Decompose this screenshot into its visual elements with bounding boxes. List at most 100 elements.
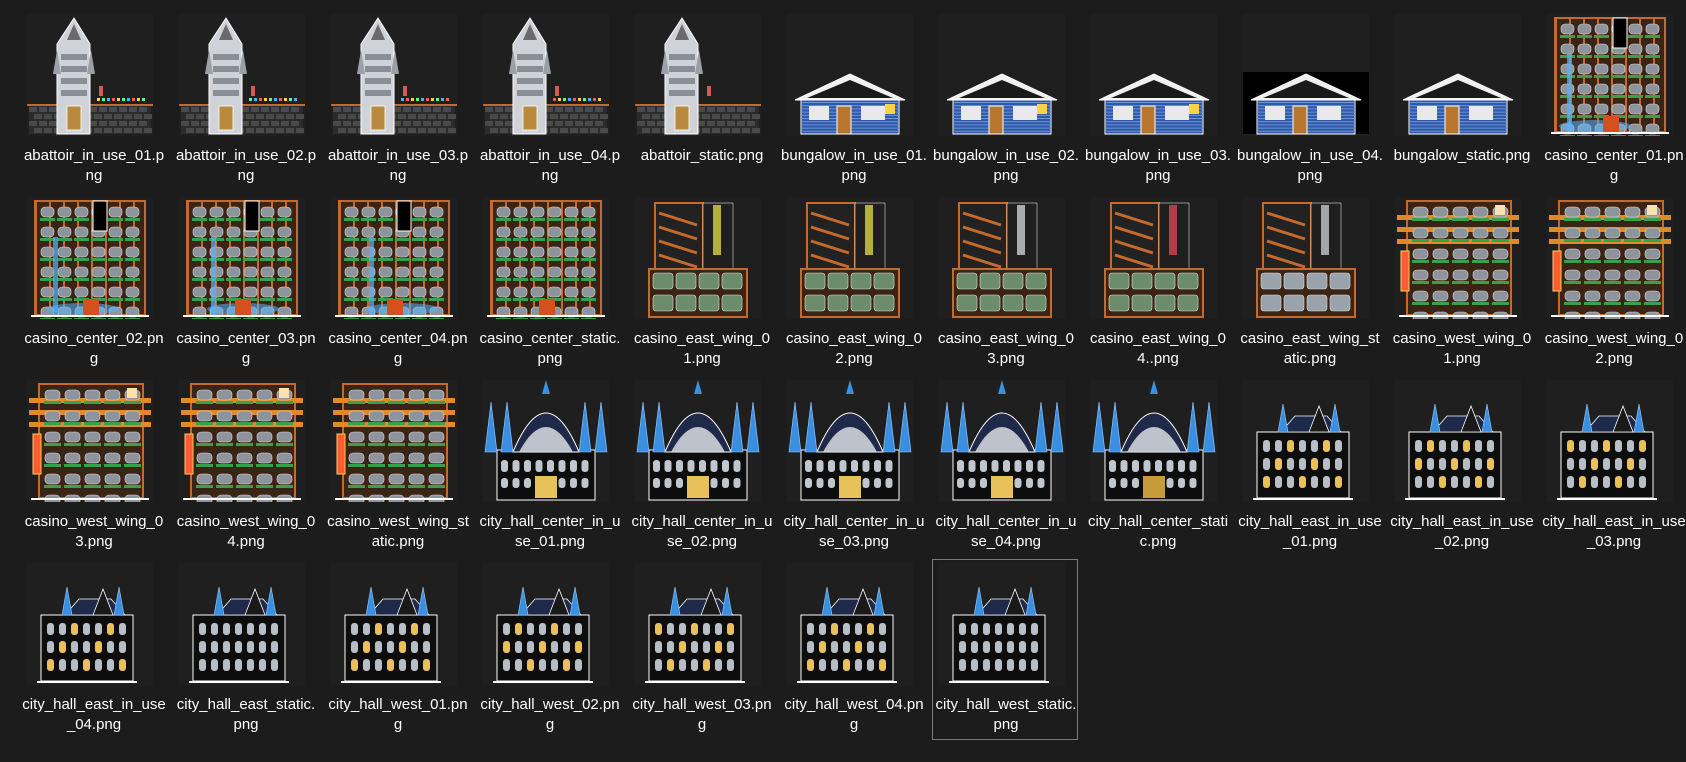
file-thumbnail bbox=[939, 563, 1065, 685]
file-name: city_hall_west_03.png bbox=[632, 696, 772, 733]
file-name: casino_center_static.png bbox=[479, 330, 621, 367]
building-thumbnail-image bbox=[183, 200, 301, 319]
file-thumbnail bbox=[179, 197, 305, 319]
file-tile[interactable]: bungalow_static.png bbox=[1388, 10, 1534, 191]
file-tile[interactable]: abattoir_in_use_01.png bbox=[20, 10, 166, 191]
file-name: casino_west_wing_03.png bbox=[24, 513, 164, 550]
file-thumbnail bbox=[787, 197, 913, 319]
building-thumbnail-image bbox=[483, 17, 609, 135]
file-tile[interactable]: city_hall_west_01.png bbox=[324, 559, 470, 740]
file-thumbnail bbox=[331, 14, 457, 136]
file-tile[interactable]: casino_west_wing_03.png bbox=[20, 376, 166, 557]
file-thumbnail bbox=[179, 380, 305, 502]
file-tile[interactable]: bungalow_in_use_04.png bbox=[1236, 10, 1383, 191]
building-thumbnail-image bbox=[940, 380, 1064, 501]
file-tile[interactable]: bungalow_in_use_03.png bbox=[1084, 10, 1231, 191]
building-thumbnail-image bbox=[1551, 17, 1669, 136]
building-thumbnail-image bbox=[1243, 72, 1369, 135]
file-thumbnail bbox=[27, 14, 153, 136]
file-thumbnail bbox=[1395, 380, 1521, 502]
file-thumbnail bbox=[27, 563, 153, 685]
file-tile[interactable]: casino_west_wing_02.png bbox=[1540, 193, 1686, 374]
file-name: casino_east_wing_01.png bbox=[634, 330, 770, 367]
file-tile[interactable]: city_hall_west_02.png bbox=[476, 559, 622, 740]
building-thumbnail-image bbox=[333, 383, 455, 502]
file-name: city_hall_west_static.png bbox=[935, 696, 1077, 733]
file-tile[interactable]: city_hall_center_in_use_01.png bbox=[476, 376, 622, 557]
file-name: casino_east_wing_04..png bbox=[1090, 330, 1226, 367]
file-tile[interactable]: city_hall_center_in_use_04.png bbox=[932, 376, 1078, 557]
file-tile[interactable]: bungalow_in_use_02.png bbox=[932, 10, 1079, 191]
building-thumbnail-image bbox=[179, 17, 305, 135]
file-tile[interactable]: casino_west_wing_01.png bbox=[1388, 193, 1534, 374]
file-name: casino_west_wing_static.png bbox=[327, 513, 469, 550]
file-name: abattoir_in_use_03.png bbox=[327, 147, 469, 184]
file-name: casino_west_wing_02.png bbox=[1544, 330, 1684, 367]
file-tile[interactable]: casino_east_wing_04..png bbox=[1084, 193, 1230, 374]
file-tile[interactable]: casino_center_static.png bbox=[476, 193, 622, 374]
file-name: city_hall_east_in_use_02.png bbox=[1390, 513, 1534, 550]
file-thumbnail bbox=[1243, 197, 1369, 319]
file-thumbnail bbox=[483, 197, 609, 319]
building-thumbnail-image bbox=[189, 586, 289, 683]
file-tile[interactable]: city_hall_east_in_use_01.png bbox=[1236, 376, 1382, 557]
building-thumbnail-image bbox=[1549, 200, 1671, 319]
file-name: casino_west_wing_04.png bbox=[176, 513, 316, 550]
file-tile[interactable]: abattoir_in_use_02.png bbox=[172, 10, 318, 191]
building-thumbnail-image bbox=[1253, 403, 1353, 500]
file-name: abattoir_in_use_04.png bbox=[479, 147, 621, 184]
file-tile[interactable]: casino_east_wing_static.png bbox=[1236, 193, 1382, 374]
building-thumbnail-image bbox=[800, 202, 900, 318]
file-name: city_hall_west_04.png bbox=[784, 696, 924, 733]
file-tile[interactable]: abattoir_in_use_04.png bbox=[476, 10, 622, 191]
file-thumbnail bbox=[1091, 197, 1217, 319]
file-name: city_hall_center_in_use_04.png bbox=[935, 513, 1077, 550]
file-tile[interactable]: city_hall_east_static.png bbox=[172, 559, 318, 740]
file-tile[interactable]: casino_center_01.png bbox=[1540, 10, 1686, 191]
file-name: casino_center_03.png bbox=[176, 330, 316, 367]
file-thumbnail bbox=[331, 563, 457, 685]
file-tile[interactable]: casino_west_wing_04.png bbox=[172, 376, 318, 557]
building-thumbnail-image bbox=[797, 586, 897, 683]
file-tile[interactable]: bungalow_in_use_01.png bbox=[780, 10, 927, 191]
file-tile[interactable]: casino_center_04.png bbox=[324, 193, 470, 374]
building-thumbnail-image bbox=[484, 380, 608, 501]
file-thumbnail bbox=[27, 380, 153, 502]
file-tile[interactable]: abattoir_static.png bbox=[628, 10, 774, 191]
file-tile[interactable]: city_hall_center_in_use_02.png bbox=[628, 376, 774, 557]
file-thumbnail bbox=[1547, 197, 1673, 319]
file-tile[interactable]: city_hall_east_in_use_03.png bbox=[1540, 376, 1686, 557]
file-thumbnail bbox=[179, 14, 305, 136]
file-tile[interactable]: casino_east_wing_01.png bbox=[628, 193, 774, 374]
building-thumbnail-image bbox=[788, 380, 912, 501]
building-thumbnail-image bbox=[636, 380, 760, 501]
building-thumbnail-image bbox=[487, 200, 605, 319]
file-tile[interactable]: casino_west_wing_static.png bbox=[324, 376, 470, 557]
file-tile[interactable]: city_hall_east_in_use_04.png bbox=[20, 559, 166, 740]
file-thumbnail bbox=[1547, 380, 1673, 502]
file-tile[interactable]: city_hall_center_static.png bbox=[1084, 376, 1230, 557]
building-thumbnail-image bbox=[1405, 403, 1505, 500]
file-thumbnail bbox=[939, 197, 1065, 319]
file-tile[interactable]: city_hall_west_03.png bbox=[628, 559, 774, 740]
file-name: bungalow_static.png bbox=[1393, 147, 1531, 164]
file-tile[interactable]: casino_east_wing_02.png bbox=[780, 193, 926, 374]
file-thumbnail bbox=[483, 380, 609, 502]
file-grid: abattoir_in_use_01.png abattoir_in_use_02… bbox=[20, 10, 1686, 742]
building-thumbnail-image bbox=[331, 17, 457, 135]
file-tile[interactable]: city_hall_west_static.png bbox=[932, 559, 1078, 740]
file-tile[interactable]: abattoir_in_use_03.png bbox=[324, 10, 470, 191]
building-thumbnail-image bbox=[645, 586, 745, 683]
building-thumbnail-image bbox=[648, 202, 748, 318]
file-tile[interactable]: city_hall_east_in_use_02.png bbox=[1388, 376, 1534, 557]
file-tile[interactable]: casino_east_wing_03.png bbox=[932, 193, 1078, 374]
file-name: casino_east_wing_03.png bbox=[938, 330, 1074, 367]
file-name: city_hall_east_static.png bbox=[176, 696, 316, 733]
file-name: abattoir_in_use_02.png bbox=[175, 147, 317, 184]
file-tile[interactable]: casino_center_03.png bbox=[172, 193, 318, 374]
file-tile[interactable]: city_hall_center_in_use_03.png bbox=[780, 376, 926, 557]
file-tile[interactable]: casino_center_02.png bbox=[20, 193, 166, 374]
file-tile[interactable]: city_hall_west_04.png bbox=[780, 559, 926, 740]
file-name: casino_center_04.png bbox=[328, 330, 468, 367]
file-name: casino_center_02.png bbox=[24, 330, 164, 367]
